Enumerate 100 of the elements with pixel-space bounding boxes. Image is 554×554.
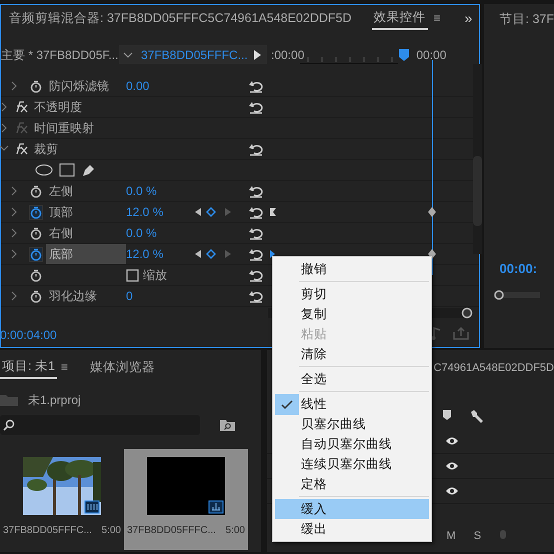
timecode: 00:00: [500, 260, 538, 278]
menu-item[interactable]: 定格 [275, 474, 429, 494]
film-strip-icon [84, 500, 100, 514]
ellipse-mask-icon[interactable] [35, 164, 53, 176]
panel-tab[interactable]: 效果控件 [372, 6, 428, 30]
stopwatch-icon[interactable] [30, 206, 42, 218]
panel-title[interactable]: 节目: 37F [500, 10, 554, 29]
property-label[interactable]: 顶部 [46, 202, 76, 222]
search-icon [3, 419, 15, 431]
reset-icon[interactable] [248, 142, 264, 156]
playback-slider-handle[interactable] [494, 290, 504, 300]
wrench-icon[interactable] [470, 408, 484, 422]
panel-tab[interactable]: 项目: 未1 [0, 354, 57, 380]
previous-keyframe-icon[interactable] [194, 249, 202, 259]
effect-label[interactable]: 不透明度 [34, 98, 82, 116]
expand-button[interactable]: » [464, 8, 472, 28]
scrollbar[interactable] [473, 64, 482, 254]
music-note-icon[interactable] [431, 326, 441, 340]
item-duration: 5:00 [226, 524, 245, 538]
master-clip-label: 主要 * 37FB8DD05F... [1, 46, 119, 64]
track-toggle[interactable]: M [446, 528, 456, 544]
panel-menu-button[interactable]: ≡ [60, 358, 68, 376]
search-field[interactable] [0, 415, 200, 435]
eye-icon[interactable] [444, 436, 459, 446]
checkmark-icon [281, 400, 293, 410]
marker-icon[interactable] [270, 207, 277, 217]
menu-item[interactable]: 缓入 [275, 499, 429, 519]
property-value[interactable]: 12.0 % [126, 245, 164, 263]
keyframe-icon[interactable] [427, 206, 437, 218]
menu-item[interactable]: 复制 [275, 304, 429, 324]
project-item[interactable]: 37FB8DD05FFFC... 5:00 [124, 449, 248, 550]
property-label[interactable]: 左侧 [46, 181, 76, 201]
menu-item[interactable]: 贝塞尔曲线 [275, 414, 429, 434]
property-label[interactable]: 防闪烁滤镜 [46, 76, 112, 96]
add-keyframe-icon[interactable] [205, 206, 217, 218]
panel-menu-button[interactable]: ≡ [434, 9, 441, 27]
fx-icon[interactable] [14, 143, 28, 155]
marker-icon[interactable] [442, 408, 452, 420]
effect-label[interactable]: 裁剪 [34, 140, 58, 158]
property-value[interactable]: 12.0 % [126, 203, 164, 221]
track-toggle[interactable]: S [474, 528, 482, 544]
playhead-icon[interactable] [398, 48, 410, 61]
checkbox[interactable] [126, 268, 139, 282]
menu-item[interactable]: 自动贝塞尔曲线 [275, 434, 429, 454]
eye-icon[interactable] [444, 460, 459, 470]
reset-icon[interactable] [248, 248, 264, 260]
property-value[interactable]: 0.00 [126, 77, 150, 95]
project-item[interactable]: 37FB8DD05FFFC... 5:00 [0, 449, 124, 550]
playback-slider-track[interactable] [494, 292, 540, 298]
pen-icon[interactable] [81, 163, 95, 177]
item-name: 37FB8DD05FFFC... [127, 524, 216, 538]
menu-item[interactable]: 缓出 [275, 519, 429, 539]
reset-icon[interactable] [248, 268, 264, 282]
item-name: 37FB8DD05FFFC... [3, 524, 92, 538]
reset-icon[interactable] [248, 80, 264, 92]
item-duration: 5:00 [102, 524, 121, 538]
property-value[interactable]: 0.0 % [126, 224, 157, 242]
checkbox-label: 缩放 [143, 267, 167, 284]
effect-label[interactable]: 时间重映射 [34, 119, 94, 137]
property-label[interactable]: 羽化边缘 [46, 286, 100, 306]
folder-icon [0, 394, 18, 406]
stopwatch-icon[interactable] [30, 290, 42, 302]
menu-item[interactable]: 线性 [275, 394, 429, 414]
stopwatch-icon[interactable] [30, 226, 42, 240]
menu-item[interactable]: 剪切 [275, 284, 429, 304]
stopwatch-icon[interactable] [30, 268, 42, 282]
rectangle-mask-icon[interactable] [59, 163, 75, 177]
property-label[interactable]: 底部 [46, 244, 126, 264]
reset-icon[interactable] [248, 100, 264, 114]
sequence-icon [208, 500, 224, 514]
sequence-title[interactable]: C74961A548E02DDF5D [434, 360, 554, 376]
property-value[interactable]: 0.0 % [126, 182, 157, 200]
play-icon[interactable] [251, 48, 263, 60]
panel-tab[interactable]: 音频剪辑混合器: 37FB8DD05FFFC5C74961A548E02DDF5D [7, 6, 354, 30]
menu-item[interactable]: 全选 [275, 369, 429, 389]
panel-tab[interactable]: 媒体浏览器 [88, 356, 157, 378]
reset-icon[interactable] [248, 226, 264, 240]
menu-item[interactable]: 连续贝塞尔曲线 [275, 454, 429, 474]
stopwatch-icon[interactable] [30, 80, 42, 92]
reset-icon[interactable] [248, 184, 264, 198]
find-bin-icon[interactable] [220, 419, 235, 431]
add-keyframe-icon[interactable] [205, 248, 217, 260]
keyframe-icon[interactable] [427, 248, 437, 260]
eye-icon[interactable] [444, 486, 459, 496]
ruler-time: :00:00 [271, 46, 304, 64]
stopwatch-icon[interactable] [30, 184, 42, 198]
marker-icon[interactable] [270, 249, 276, 259]
stopwatch-icon[interactable] [30, 248, 42, 260]
reset-icon[interactable] [248, 290, 264, 302]
property-value[interactable]: 0 [126, 287, 133, 305]
reset-icon[interactable] [248, 206, 264, 218]
ruler-time: 00:00 [416, 46, 446, 64]
project-file-name: 未1.prproj [28, 392, 81, 409]
playhead-line[interactable] [432, 60, 433, 275]
zoom-slider-handle[interactable] [461, 307, 473, 319]
menu-item[interactable]: 撤销 [275, 259, 429, 279]
fx-icon[interactable] [14, 101, 28, 113]
menu-item[interactable]: 清除 [275, 344, 429, 364]
property-label[interactable]: 右侧 [46, 223, 76, 243]
previous-keyframe-icon[interactable] [194, 207, 202, 217]
